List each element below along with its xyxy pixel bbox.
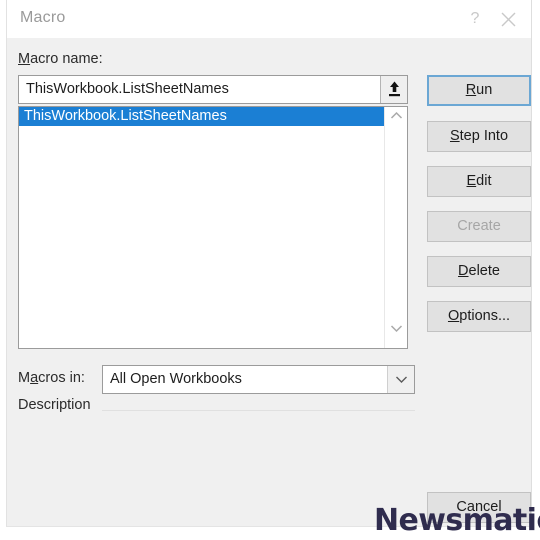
macros-in-label-rest: cros in: (38, 370, 85, 386)
macro-name-value: ThisWorkbook.ListSheetNames (26, 81, 229, 97)
macros-in-label-mid: a (30, 370, 39, 386)
create-button: Create (427, 211, 531, 242)
macros-in-value: All Open Workbooks (110, 371, 242, 387)
macro-list-scrollbar[interactable] (384, 107, 407, 348)
options-button-rest: ptions... (459, 308, 511, 324)
edit-button-accel: E (466, 173, 477, 189)
macro-list-items: ThisWorkbook.ListSheetNames (19, 107, 384, 126)
macro-name-label-accel: M (18, 51, 31, 67)
help-icon[interactable]: ? (464, 8, 486, 30)
step-into-button-rest: tep Into (459, 128, 509, 144)
chevron-down-icon[interactable] (385, 324, 407, 342)
delete-button-rest: elete (468, 263, 500, 279)
dialog-titlebar: Macro ? (7, 0, 531, 38)
create-button-accel: C (457, 218, 468, 234)
list-item[interactable]: ThisWorkbook.ListSheetNames (19, 107, 384, 126)
chevron-up-icon[interactable] (385, 111, 407, 129)
edit-button[interactable]: Edit (427, 166, 531, 197)
macro-name-label: Macro name: (18, 51, 103, 67)
cancel-button-label: Cancel (456, 499, 502, 515)
screenshot-root: Macro ? Macro name: ThisWorkbook.ListShe… (0, 0, 540, 540)
edit-button-rest: dit (476, 173, 492, 189)
run-button-accel: R (465, 82, 477, 98)
macros-in-select[interactable]: All Open Workbooks (102, 365, 415, 394)
description-divider (102, 410, 415, 411)
cancel-button[interactable]: Cancel (427, 492, 531, 523)
close-icon[interactable] (496, 8, 520, 30)
upload-arrow-icon[interactable] (380, 76, 407, 103)
create-button-rest: reate (467, 218, 501, 234)
chevron-down-icon[interactable] (387, 366, 414, 393)
options-button[interactable]: Options... (427, 301, 531, 332)
description-label: Description (18, 397, 91, 413)
macros-in-label-accel: M (18, 370, 31, 386)
options-button-accel: O (447, 308, 460, 324)
macro-dialog: Macro ? Macro name: ThisWorkbook.ListShe… (6, 0, 532, 527)
run-button[interactable]: Run (427, 75, 531, 106)
delete-button-accel: D (458, 263, 469, 279)
step-into-button[interactable]: Step Into (427, 121, 531, 152)
step-into-button-accel: S (449, 128, 460, 144)
macro-list[interactable]: ThisWorkbook.ListSheetNames (18, 106, 408, 349)
delete-button[interactable]: Delete (427, 256, 531, 287)
macros-in-label: Macros in: (18, 370, 85, 386)
run-button-rest: un (476, 82, 493, 98)
macro-name-label-rest: acro name: (30, 51, 103, 67)
macro-name-input[interactable]: ThisWorkbook.ListSheetNames (18, 75, 408, 104)
dialog-title: Macro (20, 9, 66, 26)
